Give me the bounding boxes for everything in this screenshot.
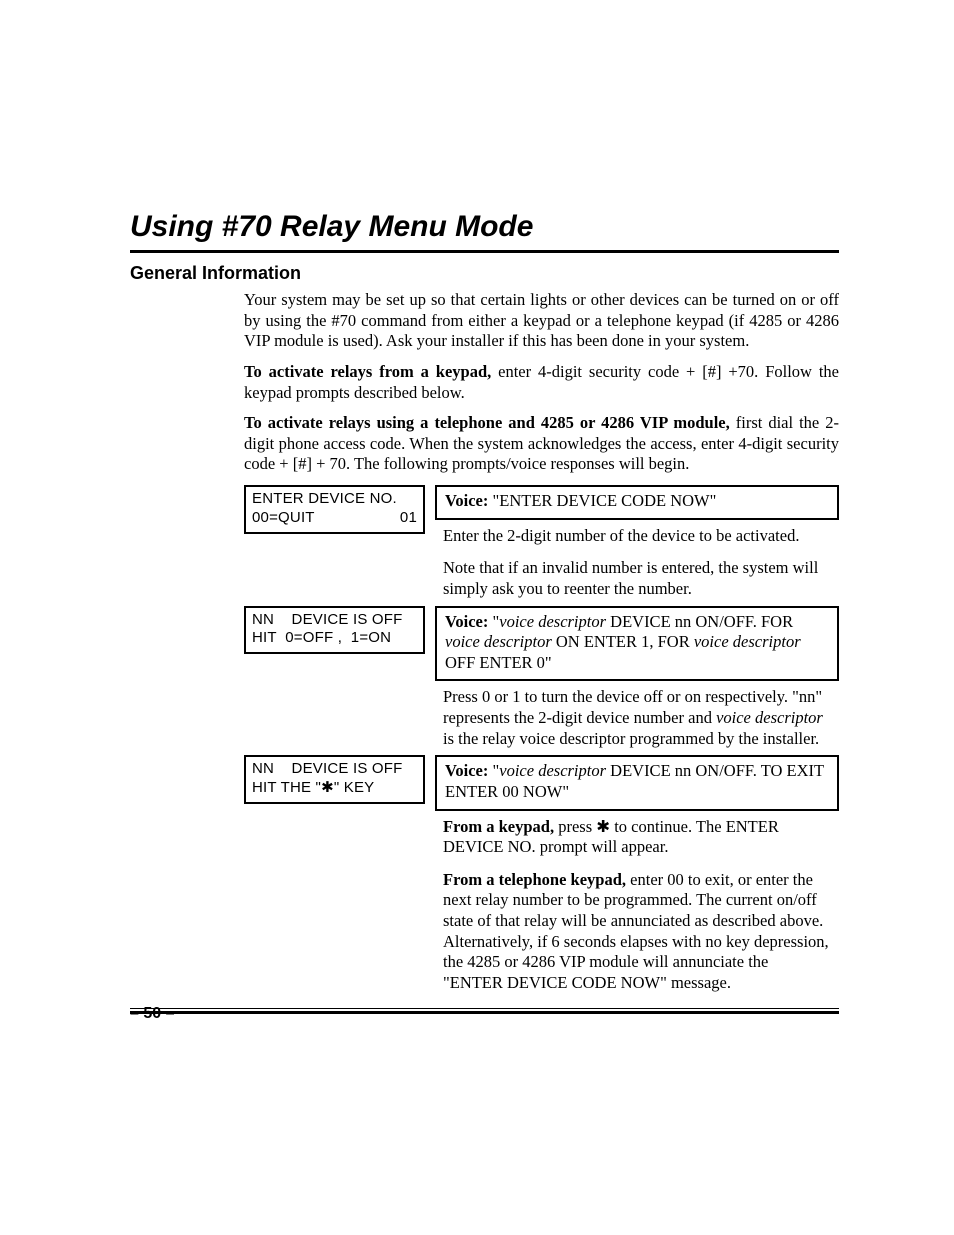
lcd-line2: 00=QUIT 01 (252, 509, 417, 528)
para-keypad: To activate relays from a keypad, enter … (244, 362, 839, 403)
desc-2: Press 0 or 1 to turn the device off or o… (435, 681, 839, 755)
body-content: Your system may be set up so that certai… (244, 290, 839, 1000)
instruction-col-3: Voice: "voice descriptor DEVICE nn ON/OF… (435, 755, 839, 999)
instruction-col-1: Voice: "ENTER DEVICE CODE NOW" Enter the… (435, 485, 839, 606)
voice-italic-a: voice descriptor (499, 761, 606, 780)
lcd-display-1: ENTER DEVICE NO. 00=QUIT 01 (244, 485, 425, 534)
voice-box-3: Voice: "voice descriptor DEVICE nn ON/OF… (435, 755, 839, 810)
lcd-line2-left: 00=QUIT (252, 509, 315, 528)
lcd-line2-right: 01 (400, 509, 417, 528)
voice-label: Voice: (445, 612, 488, 631)
chapter-title: Using #70 Relay Menu Mode (130, 210, 839, 244)
lcd-line2: HIT THE "✱" KEY (252, 779, 417, 798)
desc-3a: From a keypad, press ✱ to continue. The … (435, 811, 839, 864)
page: Using #70 Relay Menu Mode General Inform… (0, 0, 954, 1235)
desc-2b: is the relay voice descriptor programmed… (443, 729, 819, 748)
desc-3a-bold: From a keypad, (443, 817, 554, 836)
voice-text: "ENTER DEVICE CODE NOW" (488, 491, 716, 510)
desc-2-italic: voice descriptor (716, 708, 823, 727)
lcd-line2-left: HIT 0=OFF , 1=ON (252, 629, 391, 648)
voice-mid1: DEVICE nn ON/OFF. FOR (606, 612, 793, 631)
lcd-display-2: NN DEVICE IS OFF HIT 0=OFF , 1=ON (244, 606, 425, 655)
lcd-line1: ENTER DEVICE NO. (252, 490, 417, 509)
para-intro: Your system may be set up so that certai… (244, 290, 839, 352)
rule-thin (130, 1008, 839, 1009)
instruction-row-1: ENTER DEVICE NO. 00=QUIT 01 Voice: "ENTE… (244, 485, 839, 606)
para-phone: To activate relays using a telephone and… (244, 413, 839, 475)
page-number: – 50 – (130, 1005, 174, 1023)
section-title: General Information (130, 263, 839, 284)
instruction-row-2: NN DEVICE IS OFF HIT 0=OFF , 1=ON Voice:… (244, 606, 839, 756)
voice-mid2: ON ENTER 1, FOR (552, 632, 694, 651)
voice-italic-c: voice descriptor (694, 632, 801, 651)
rule-heavy (130, 1011, 839, 1014)
lcd-line1: NN DEVICE IS OFF (252, 611, 417, 630)
lcd-line2-left: HIT THE "✱" KEY (252, 779, 374, 798)
lcd-line1: NN DEVICE IS OFF (252, 760, 417, 779)
instruction-row-3: NN DEVICE IS OFF HIT THE "✱" KEY Voice: … (244, 755, 839, 999)
instruction-col-2: Voice: "voice descriptor DEVICE nn ON/OF… (435, 606, 839, 756)
para-keypad-lead: To activate relays from a keypad, (244, 362, 491, 381)
voice-end: OFF ENTER 0" (445, 653, 552, 672)
bottom-double-rule (130, 1008, 839, 1014)
lcd-display-3: NN DEVICE IS OFF HIT THE "✱" KEY (244, 755, 425, 804)
voice-italic-b: voice descriptor (445, 632, 552, 651)
para-phone-lead: To activate relays using a telephone and… (244, 413, 730, 432)
voice-label: Voice: (445, 761, 488, 780)
voice-label: Voice: (445, 491, 488, 510)
voice-italic-a: voice descriptor (499, 612, 606, 631)
title-rule (130, 250, 839, 253)
desc-3b: From a telephone keypad, enter 00 to exi… (435, 864, 839, 1000)
desc-3b-bold: From a telephone keypad, (443, 870, 626, 889)
voice-box-1: Voice: "ENTER DEVICE CODE NOW" (435, 485, 839, 520)
lcd-line2: HIT 0=OFF , 1=ON (252, 629, 417, 648)
desc-1b: Note that if an invalid number is entere… (435, 552, 839, 605)
desc-1a: Enter the 2-digit number of the device t… (435, 520, 839, 553)
voice-box-2: Voice: "voice descriptor DEVICE nn ON/OF… (435, 606, 839, 682)
